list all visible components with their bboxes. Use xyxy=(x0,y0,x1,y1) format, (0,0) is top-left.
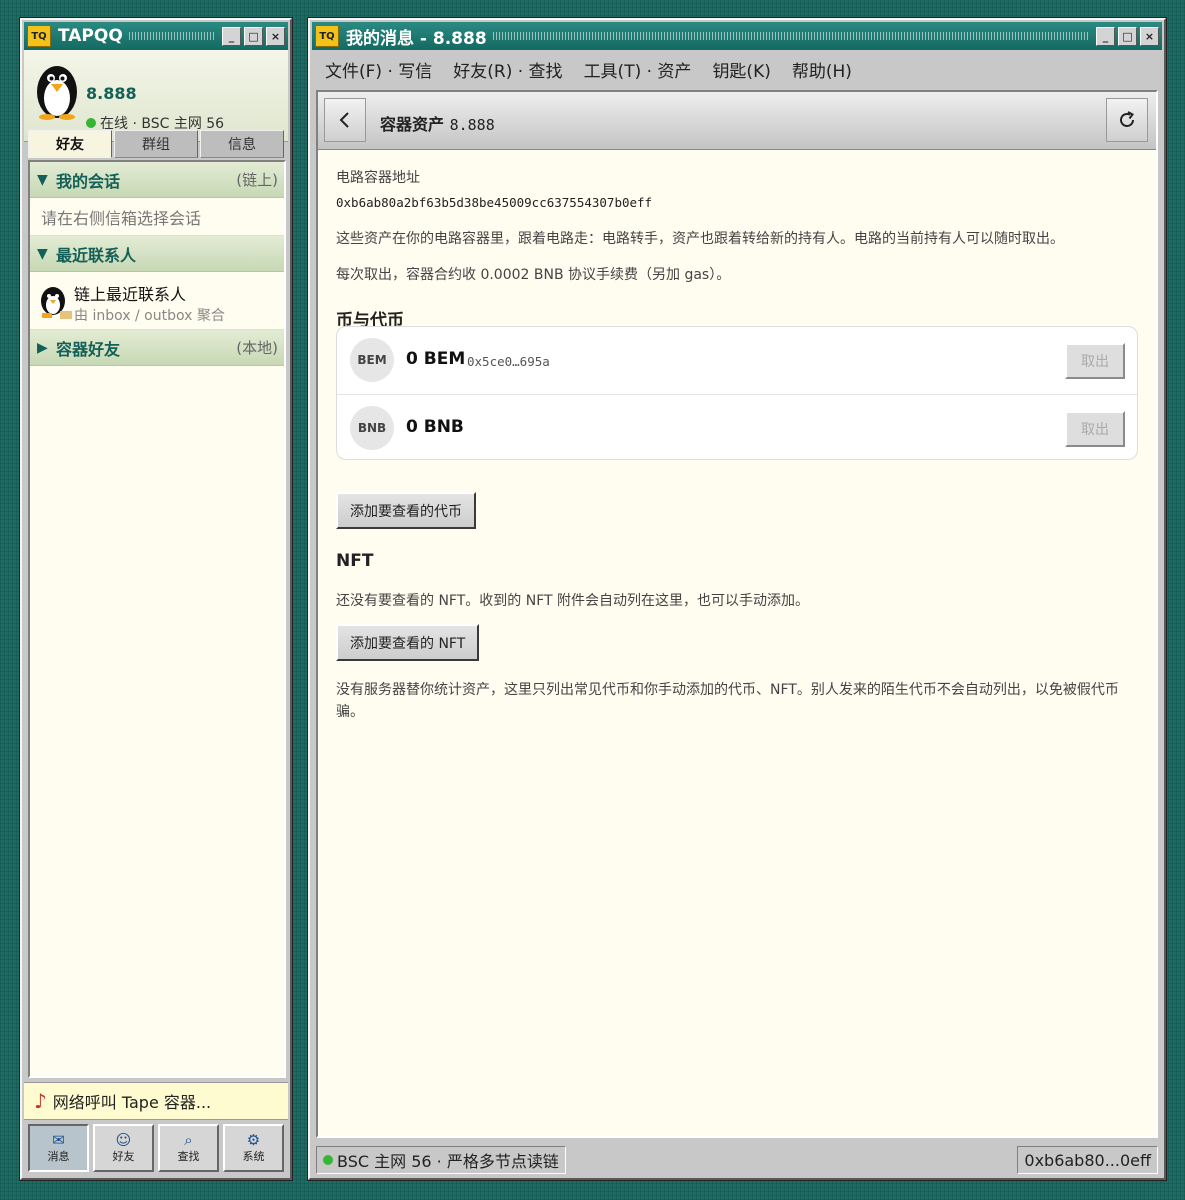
wallet-address-short[interactable]: 0xb6ab80...0eff xyxy=(1017,1146,1158,1174)
mail-icon: ✉ xyxy=(52,1131,65,1149)
network-status: BSC 主网 56 · 严格多节点读链 xyxy=(316,1146,566,1174)
messages-titlebar[interactable]: TQ 我的消息 - 8.888 _ □ × xyxy=(312,22,1162,50)
menu-bar: 文件(F) · 写信 好友(R) · 查找 工具(T) · 资产 钥匙(K) 帮… xyxy=(312,52,1162,86)
messages-window: TQ 我的消息 - 8.888 _ □ × 文件(F) · 写信 好友(R) ·… xyxy=(308,18,1166,1180)
bem-token-icon: BEM xyxy=(350,338,394,382)
page-header: 容器资产 8.888 xyxy=(318,92,1156,150)
add-nft-button[interactable]: 添加要查看的 NFT xyxy=(336,624,480,661)
dock-system-button[interactable]: ⚙ 系统 xyxy=(223,1124,284,1172)
buddy-list-window: TQ TAPQQ _ □ × 8.888 在线 · BSC 主网 56 好友 群… xyxy=(20,18,292,1180)
close-button[interactable]: × xyxy=(1140,26,1159,46)
nft-heading: NFT xyxy=(336,551,374,571)
menu-friends-search[interactable]: 好友(R) · 查找 xyxy=(453,57,562,82)
bottom-dock: ✉ 消息 ☺ 好友 ⌕ 查找 ⚙ 系统 xyxy=(28,1124,284,1172)
ticker-text: 网络呼叫 Tape 容器... xyxy=(52,1093,212,1112)
token-list: BEM 0 BEM 0x5ce0…695a 取出 BNB 0 BNB 取出 xyxy=(336,326,1138,460)
status-bar: BSC 主网 56 · 严格多节点读链 0xb6ab80...0eff xyxy=(312,1142,1162,1176)
address-label: 电路容器地址 xyxy=(336,170,420,186)
fee-description: 每次取出，容器合约收 0.0002 BNB 协议手续费（另加 gas）。 xyxy=(336,267,731,283)
app-logo-icon: TQ xyxy=(315,25,339,47)
group-header-recent[interactable]: ▼ 最近联系人 xyxy=(30,236,284,272)
expanded-arrow-icon: ▼ xyxy=(37,171,48,188)
online-status-icon xyxy=(86,118,96,128)
group-name: 我的会话 xyxy=(56,171,121,191)
token-row-bem: BEM 0 BEM 0x5ce0…695a 取出 xyxy=(337,327,1137,394)
withdraw-button[interactable]: 取出 xyxy=(1065,411,1125,447)
network-online-icon xyxy=(323,1155,333,1165)
chevron-left-icon xyxy=(339,112,349,128)
gear-icon: ⚙ xyxy=(246,1131,261,1149)
menu-help[interactable]: 帮助(H) xyxy=(792,57,852,82)
token-amount: 0 BNB xyxy=(406,417,464,437)
contact-subtitle: 由 inbox / outbox 聚合 xyxy=(74,308,225,324)
page-title-text: 容器资产 xyxy=(380,115,445,134)
buddy-tabs: 好友 群组 信息 xyxy=(28,130,284,158)
bnb-token-icon: BNB xyxy=(350,406,394,450)
music-note-icon: ♪ xyxy=(34,1089,47,1113)
contact-list[interactable]: ▼ 我的会话 (链上) 请在右侧信箱选择会话 ▼ 最近联系人 链上最近联系人 由… xyxy=(28,160,286,1078)
group-name: 容器好友 xyxy=(56,339,121,359)
window-title: TAPQQ xyxy=(58,26,123,46)
dock-search-button[interactable]: ⌕ 查找 xyxy=(158,1124,219,1172)
dock-label: 好友 xyxy=(112,1150,135,1163)
refresh-icon xyxy=(1120,111,1134,127)
dock-label: 消息 xyxy=(47,1150,70,1163)
tab-groups[interactable]: 群组 xyxy=(114,130,198,158)
token-row-bnb: BNB 0 BNB 取出 xyxy=(337,394,1137,461)
collapsed-arrow-icon: ▶ xyxy=(37,339,48,356)
titlebar-stripes xyxy=(492,32,1088,40)
tab-friends[interactable]: 好友 xyxy=(28,130,112,158)
group-note: (链上) xyxy=(236,171,278,189)
close-button[interactable]: × xyxy=(266,26,285,46)
expanded-arrow-icon: ▼ xyxy=(37,245,48,262)
minimize-button[interactable]: _ xyxy=(222,26,241,46)
container-address[interactable]: 0xb6ab80a2bf63b5d38be45009cc637554307b0e… xyxy=(336,195,652,210)
assets-page: 容器资产 8.888 电路容器地址 0xb6ab80a2bf63b5d38be4… xyxy=(316,90,1158,1138)
app-logo-icon: TQ xyxy=(27,25,51,47)
footer-note: 没有服务器替你统计资产，这里只列出常见代币和你手动添加的代币、NFT。别人发来的… xyxy=(336,682,1119,720)
back-button[interactable] xyxy=(324,98,366,142)
group-header-container-friends[interactable]: ▶ 容器好友 (本地) xyxy=(30,330,284,366)
penguin-avatar-icon[interactable] xyxy=(34,62,80,120)
titlebar-stripes xyxy=(128,32,214,40)
window-title: 我的消息 - 8.888 xyxy=(346,28,487,49)
dock-label: 系统 xyxy=(242,1150,265,1163)
dock-friends-button[interactable]: ☺ 好友 xyxy=(93,1124,154,1172)
withdraw-button[interactable]: 取出 xyxy=(1065,343,1125,379)
smiley-icon: ☺ xyxy=(115,1131,132,1149)
page-title-value: 8.888 xyxy=(449,116,495,134)
buddy-list-titlebar[interactable]: TQ TAPQQ _ □ × xyxy=(24,22,288,50)
page-title: 容器资产 8.888 xyxy=(380,111,495,135)
dock-label: 查找 xyxy=(177,1150,200,1163)
refresh-button[interactable] xyxy=(1106,98,1148,142)
profile-panel: 8.888 在线 · BSC 主网 56 xyxy=(24,50,288,142)
token-contract-address: 0x5ce0…695a xyxy=(467,354,550,369)
network-status-text: BSC 主网 56 · 严格多节点读链 xyxy=(337,1152,559,1171)
list-item-recent-contact[interactable]: 链上最近联系人 由 inbox / outbox 聚合 xyxy=(30,272,284,330)
assets-description: 这些资产在你的电路容器里，跟着电路走：电路转手，资产也跟着转给新的持有人。电路的… xyxy=(336,231,1064,247)
search-icon: ⌕ xyxy=(184,1131,193,1149)
maximize-button[interactable]: □ xyxy=(1118,26,1137,46)
maximize-button[interactable]: □ xyxy=(244,26,263,46)
tab-messages[interactable]: 信息 xyxy=(200,130,284,158)
profile-name: 8.888 xyxy=(86,84,137,103)
token-amount: 0 BEM xyxy=(406,349,466,369)
group-header-my-sessions[interactable]: ▼ 我的会话 (链上) xyxy=(30,162,284,198)
nft-description: 还没有要查看的 NFT。收到的 NFT 附件会自动列在这里，也可以手动添加。 xyxy=(336,593,810,609)
network-ticker: ♪ 网络呼叫 Tape 容器... xyxy=(24,1082,288,1120)
group-note: (本地) xyxy=(236,339,278,357)
menu-file-compose[interactable]: 文件(F) · 写信 xyxy=(325,57,432,82)
add-token-button[interactable]: 添加要查看的代币 xyxy=(336,492,476,529)
group-name: 最近联系人 xyxy=(56,245,137,265)
menu-keys[interactable]: 钥匙(K) xyxy=(712,57,770,82)
sessions-placeholder: 请在右侧信箱选择会话 xyxy=(30,198,284,236)
minimize-button[interactable]: _ xyxy=(1096,26,1115,46)
menu-tools-assets[interactable]: 工具(T) · 资产 xyxy=(584,57,692,82)
dock-messages-button[interactable]: ✉ 消息 xyxy=(28,1124,89,1172)
contact-name: 链上最近联系人 xyxy=(74,285,187,304)
